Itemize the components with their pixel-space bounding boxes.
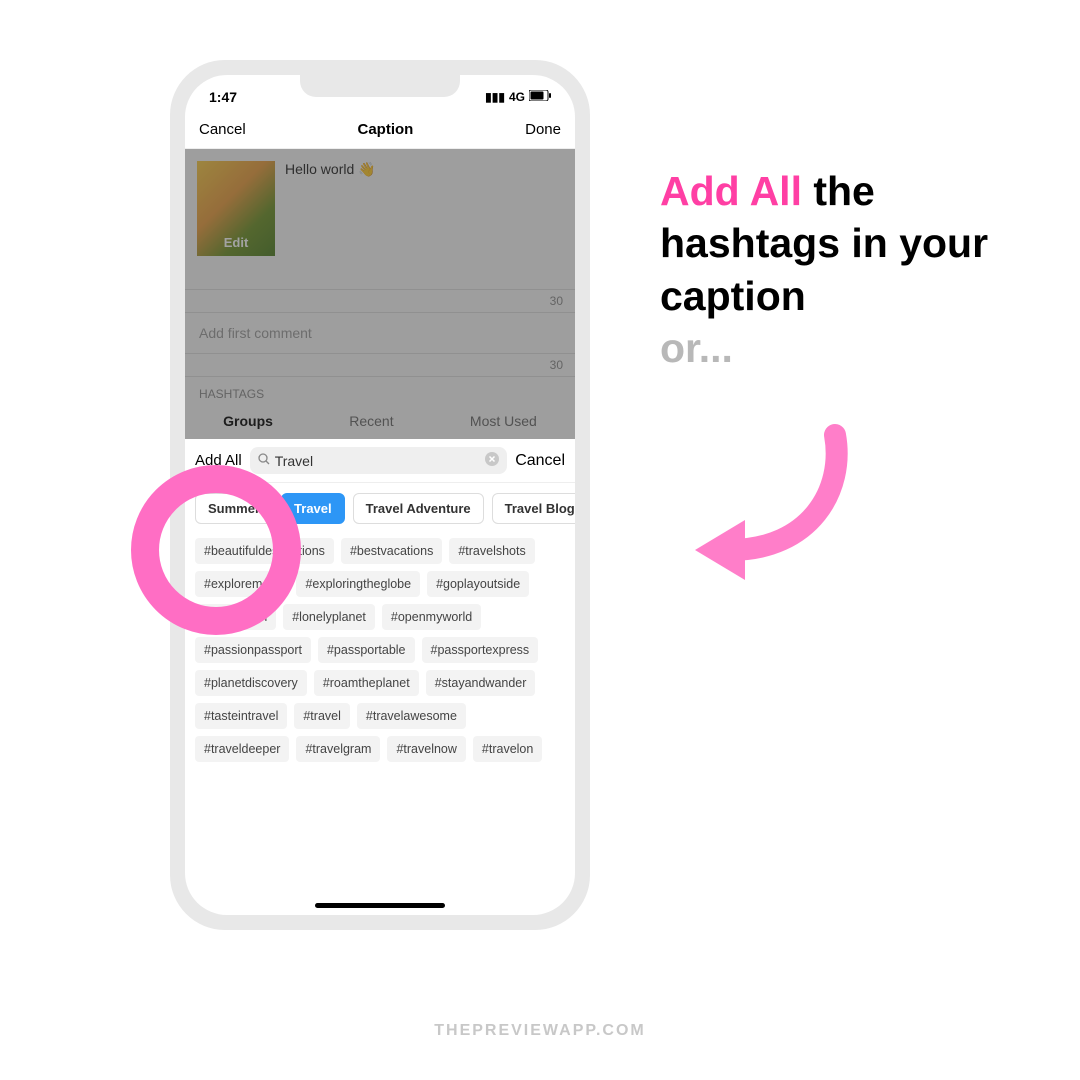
hashtag-chip[interactable]: #travelnow [387, 736, 465, 762]
pill-travel-blogger[interactable]: Travel Blogger [492, 493, 575, 524]
dimmed-background: Edit Hello world 👋 30 Add first comment … [185, 149, 575, 439]
hashtag-chip[interactable]: #travelawesome [357, 703, 466, 729]
headline: Add All the hashtags in your caption or.… [660, 165, 1040, 375]
tab-groups[interactable]: Groups [223, 413, 273, 429]
hashtag-chip[interactable]: #lonelyplanet [283, 604, 375, 630]
signal-icon: ▮▮▮ [485, 90, 505, 104]
group-pills[interactable]: Summer Travel Travel Adventure Travel Bl… [185, 483, 575, 534]
footer-watermark: THEPREVIEWAPP.COM [0, 1022, 1080, 1040]
nav-bar: Cancel Caption Done [185, 111, 575, 149]
search-cancel-button[interactable]: Cancel [515, 452, 565, 470]
hashtag-chip[interactable]: #beautifuldestinations [195, 538, 334, 564]
edit-label: Edit [224, 235, 249, 250]
char-counter-2: 30 [185, 353, 575, 376]
search-icon [258, 453, 270, 468]
hashtag-chip[interactable]: #planetdiscovery [195, 670, 307, 696]
pill-travel-adventure[interactable]: Travel Adventure [353, 493, 484, 524]
arrow-icon [680, 420, 860, 590]
network-label: 4G [509, 90, 525, 104]
hashtag-chip[interactable]: #exploringtheglobe [296, 571, 420, 597]
hashtags-section-label: HASHTAGS [185, 376, 575, 405]
caption-text[interactable]: Hello world 👋 [285, 161, 376, 178]
first-comment-input[interactable]: Add first comment [185, 312, 575, 353]
clear-icon[interactable] [485, 452, 499, 469]
hashtag-chip[interactable]: #traveldeeper [195, 736, 289, 762]
pill-summer[interactable]: Summer [195, 493, 273, 524]
phone-screen: 1:47 ▮▮▮ 4G Cancel Caption Done Edit Hel… [185, 75, 575, 915]
hashtag-chip[interactable]: #stayandwander [426, 670, 536, 696]
done-button[interactable]: Done [525, 121, 561, 138]
hashtag-chip[interactable]: #passportexpress [422, 637, 539, 663]
hashtag-chip[interactable]: #roamtheplanet [314, 670, 419, 696]
hashtag-chip[interactable]: #travel [294, 703, 350, 729]
cancel-button[interactable]: Cancel [199, 121, 246, 138]
hashtag-chip[interactable]: #passionpassport [195, 637, 311, 663]
hashtag-tabs: Groups Recent Most Used [185, 405, 575, 439]
hashtag-chip[interactable]: #passportable [318, 637, 415, 663]
hashtag-chip[interactable]: #goplayoutside [427, 571, 529, 597]
phone-notch [300, 75, 460, 97]
pill-travel[interactable]: Travel [281, 493, 345, 524]
hashtag-chip[interactable]: #ilovetravel [195, 604, 276, 630]
screen-title: Caption [358, 121, 414, 138]
headline-or: or... [660, 325, 733, 371]
search-row: Add All Travel Cancel [185, 439, 575, 483]
hashtag-chip[interactable]: #travelshots [449, 538, 534, 564]
search-box[interactable]: Travel [250, 447, 507, 474]
headline-emphasis: Add All [660, 168, 802, 214]
search-input[interactable]: Travel [275, 453, 480, 469]
hashtag-chip[interactable]: #tasteintravel [195, 703, 287, 729]
status-right: ▮▮▮ 4G [485, 90, 551, 104]
hashtag-chip[interactable]: #travelon [473, 736, 542, 762]
home-indicator [315, 903, 445, 908]
phone-frame: 1:47 ▮▮▮ 4G Cancel Caption Done Edit Hel… [170, 60, 590, 930]
hashtag-chip[interactable]: #travelgram [296, 736, 380, 762]
char-counter-1: 30 [185, 289, 575, 312]
battery-icon [529, 90, 551, 104]
tab-most-used[interactable]: Most Used [470, 413, 537, 429]
hashtag-chip[interactable]: #exploremore [195, 571, 289, 597]
hashtag-chip[interactable]: #openmyworld [382, 604, 481, 630]
caption-area[interactable]: Edit Hello world 👋 [185, 149, 575, 289]
hashtag-chip[interactable]: #bestvacations [341, 538, 442, 564]
tab-recent[interactable]: Recent [349, 413, 393, 429]
hashtag-list[interactable]: #beautifuldestinations #bestvacations #t… [185, 534, 575, 766]
post-thumbnail[interactable]: Edit [197, 161, 275, 256]
add-all-button[interactable]: Add All [195, 452, 242, 469]
status-time: 1:47 [209, 89, 237, 105]
